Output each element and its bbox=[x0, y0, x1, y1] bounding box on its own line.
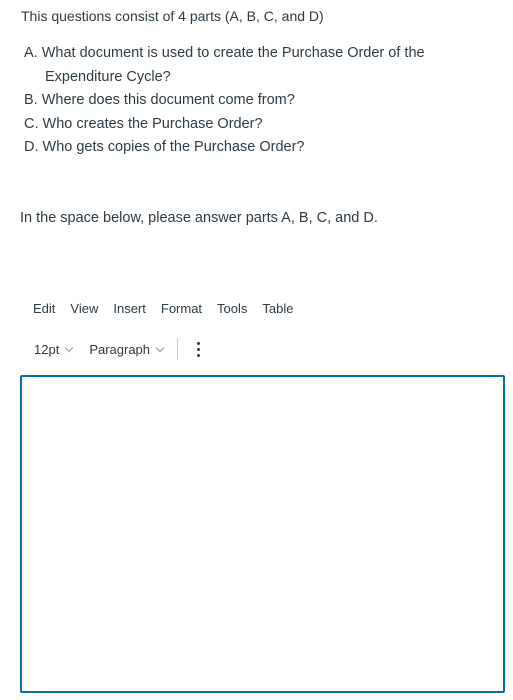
font-size-dropdown[interactable]: 12pt bbox=[34, 341, 74, 357]
question-a: A. What document is used to create the P… bbox=[24, 45, 425, 85]
answer-prompt: In the space below, please answer parts … bbox=[20, 210, 378, 226]
question-c: C. Who creates the Purchase Order? bbox=[24, 115, 263, 132]
editor-toolbar: 12pt Paragraph bbox=[34, 338, 200, 360]
menu-tools[interactable]: Tools bbox=[217, 301, 247, 316]
chevron-down-icon bbox=[155, 343, 165, 352]
chevron-down-icon bbox=[65, 343, 74, 352]
answer-editor[interactable] bbox=[20, 375, 505, 693]
menu-format[interactable]: Format bbox=[161, 301, 202, 316]
question-intro: This questions consist of 4 parts (A, B,… bbox=[21, 8, 324, 24]
question-b: B. Where does this document come from? bbox=[24, 92, 295, 108]
ellipsis-dot bbox=[196, 347, 200, 351]
menu-edit[interactable]: Edit bbox=[33, 301, 55, 316]
ellipsis-dot bbox=[196, 353, 200, 357]
editor-menubar: Edit View Insert Format Tools Table bbox=[33, 301, 308, 316]
menu-table[interactable]: Table bbox=[262, 301, 293, 316]
question-d: D. Who gets copies of the Purchase Order… bbox=[24, 139, 305, 155]
menu-insert[interactable]: Insert bbox=[113, 301, 146, 316]
toolbar-divider bbox=[177, 338, 179, 360]
block-format-dropdown[interactable]: Paragraph bbox=[89, 341, 165, 357]
question-list: A. What document is used to create the P… bbox=[24, 42, 495, 160]
block-format-value: Paragraph bbox=[89, 341, 151, 357]
vertical-ellipsis-icon bbox=[196, 341, 200, 345]
font-size-value: 12pt bbox=[34, 341, 60, 357]
more-options-button[interactable] bbox=[196, 340, 200, 358]
menu-view[interactable]: View bbox=[70, 301, 98, 316]
